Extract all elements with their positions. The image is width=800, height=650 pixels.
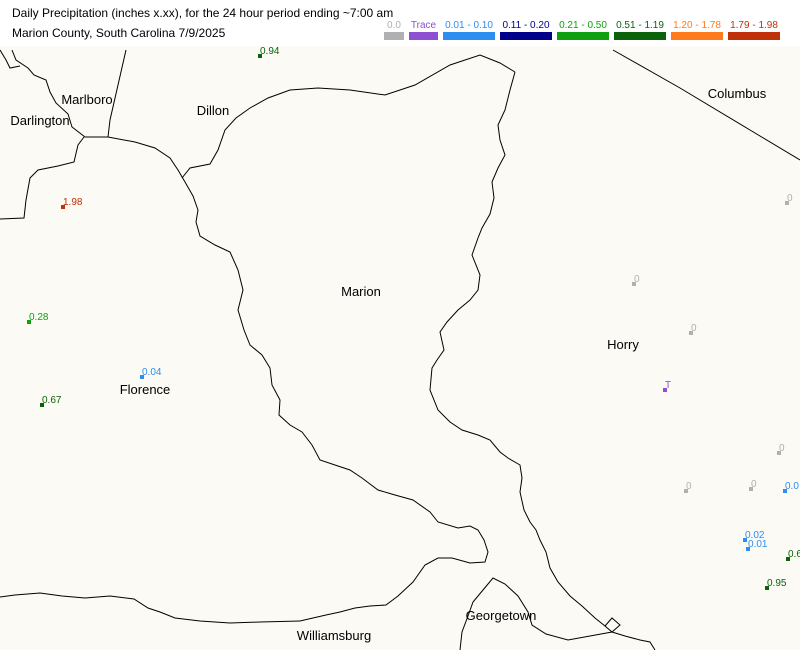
legend-swatch: [500, 32, 552, 40]
station-value: 0: [691, 323, 697, 334]
legend-item-label: 1.20 - 1.78: [673, 20, 721, 31]
station-marker: 0.67: [40, 395, 62, 407]
station-value: 0: [634, 274, 640, 285]
boundary-marion-horry: [429, 71, 656, 650]
station-marker: 0.95: [765, 578, 787, 590]
legend-item-label: 0.11 - 0.20: [502, 20, 550, 31]
station-value: 0.67: [42, 395, 62, 406]
station-marker: 1.98: [61, 197, 83, 209]
map-header: Daily Precipitation (inches x.xx), for t…: [0, 0, 800, 46]
county-label-horry: Horry: [607, 337, 639, 352]
station-marker: 0.04: [140, 367, 162, 379]
station-value: 0.6: [788, 549, 800, 560]
county-label-florence: Florence: [120, 382, 171, 397]
legend-item: 0.0: [384, 20, 404, 40]
map-canvas: Marlboro Darlington Dillon Columbus Marion Ho…: [0, 46, 800, 650]
legend-swatch: [728, 32, 780, 40]
legend-item: 1.79 - 1.98: [728, 20, 780, 40]
station-marker: 0.6: [786, 549, 800, 561]
precip-legend: 0.0 Trace 0.01 - 0.10 0.11 - 0.20 0.21 - 0.5…: [384, 20, 780, 40]
county-boundaries: [0, 49, 800, 650]
station-marker: 0: [777, 443, 785, 455]
legend-swatch: [557, 32, 609, 40]
precip-map-page: Daily Precipitation (inches x.xx), for t…: [0, 0, 800, 650]
legend-item-label: 0.01 - 0.10: [445, 20, 493, 31]
legend-item-label: Trace: [410, 20, 437, 31]
legend-swatch: [384, 32, 404, 40]
station-value: 0.28: [29, 312, 49, 323]
station-value: 0: [787, 193, 793, 204]
map-subtitle: Marion County, South Carolina 7/9/2025: [12, 26, 226, 40]
legend-item-label: 0.21 - 0.50: [559, 20, 607, 31]
station-value: 0: [686, 481, 692, 492]
legend-item: 0.21 - 0.50: [557, 20, 609, 40]
station-value: 0.01: [748, 539, 768, 550]
station-value: 1.98: [63, 197, 83, 208]
station-marker: 0: [749, 479, 757, 491]
map-title: Daily Precipitation (inches x.xx), for t…: [12, 6, 394, 20]
station-marker: 0.0: [783, 481, 799, 493]
station-marker: 0: [689, 323, 697, 335]
boundary-columbus: [612, 49, 800, 161]
boundary-dillon-marion: [181, 54, 516, 179]
boundary-marlboro-west: [0, 49, 21, 69]
county-label-darlington: Darlington: [10, 113, 69, 128]
legend-swatch: [671, 32, 723, 40]
county-map: Marlboro Darlington Dillon Columbus Marion Ho…: [0, 46, 800, 650]
station-value: 0.95: [767, 578, 787, 589]
station-value: 0.0: [785, 481, 799, 492]
county-label-georgetown: Georgetown: [466, 608, 537, 623]
county-label-dillon: Dillon: [197, 103, 230, 118]
station-marker: 0.28: [27, 312, 49, 324]
county-label-marlboro: Marlboro: [61, 92, 112, 107]
station-value: 0: [751, 479, 757, 490]
station-marker: T: [663, 380, 671, 392]
legend-item: Trace: [409, 20, 438, 40]
station-marker: 0.01: [746, 539, 768, 551]
county-label-columbus: Columbus: [708, 86, 767, 101]
legend-item: 0.11 - 0.20: [500, 20, 552, 40]
county-label-williamsburg: Williamsburg: [297, 628, 371, 643]
station-markers: 0.941.980.280.040.67000T00 0 0.00.020.010.…: [27, 46, 800, 590]
legend-swatch: [443, 32, 495, 40]
station-value: 0.94: [260, 46, 280, 57]
station-marker: 0: [684, 481, 692, 493]
station-marker: 0: [632, 274, 640, 286]
legend-swatch: [614, 32, 666, 40]
boundary-williamsburg-west: [0, 592, 301, 624]
county-labels: Marlboro Darlington Dillon Columbus Marion Ho…: [10, 86, 766, 643]
station-value: 0: [779, 443, 785, 454]
legend-item: 1.20 - 1.78: [671, 20, 723, 40]
station-value: T: [665, 380, 671, 391]
legend-item-label: 1.79 - 1.98: [730, 20, 778, 31]
station-value: 0.04: [142, 367, 162, 378]
station-marker: 0: [785, 193, 793, 205]
legend-swatch: [409, 32, 438, 40]
legend-item: 0.51 - 1.19: [614, 20, 666, 40]
legend-item-label: 0.51 - 1.19: [616, 20, 664, 31]
legend-item: 0.01 - 0.10: [443, 20, 495, 40]
county-label-marion: Marion: [341, 284, 381, 299]
legend-item-label: 0.0: [387, 20, 401, 31]
station-marker: 0.94: [258, 46, 280, 58]
